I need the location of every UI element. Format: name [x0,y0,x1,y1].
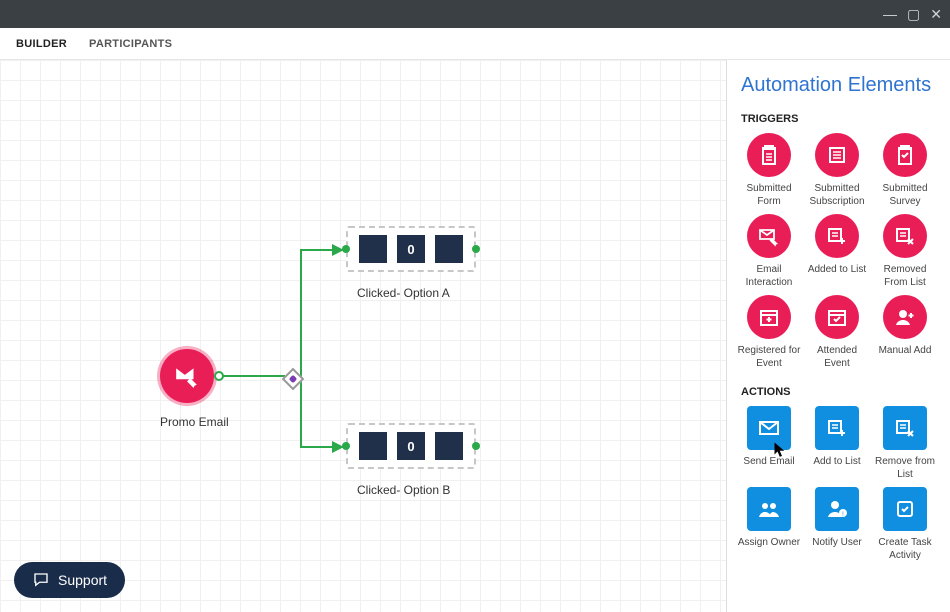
clipboard-icon[interactable] [747,133,791,177]
output-port[interactable] [472,245,480,253]
action-item: Remove from List [873,406,937,481]
element-label: Remove from List [873,456,937,481]
dropzone-label-a: Clicked- Option A [357,286,450,300]
element-label: Notify User [805,537,869,550]
mail-click-icon[interactable] [747,214,791,258]
chat-icon [32,571,50,589]
section-header-actions: ACTIONS [727,380,950,400]
actions-grid: Send Email Add to List Remove from List Ass… [727,400,950,572]
count-slot: 0 [397,235,425,263]
trigger-item: Removed From List [873,214,937,289]
action-item: ! Notify User [805,487,869,562]
elements-sidebar: Automation Elements TRIGGERS Submitted F… [726,60,950,612]
support-label: Support [58,572,107,588]
action-item: Assign Owner [737,487,801,562]
count-slot: 0 [397,432,425,460]
view-tabs: BUILDER PARTICIPANTS [0,28,950,60]
mail-click-icon [174,363,200,389]
trigger-item: Manual Add [873,295,937,370]
element-label: Assign Owner [737,537,801,550]
trigger-item: Submitted Survey [873,133,937,208]
trigger-item: Submitted Form [737,133,801,208]
list-remove-icon[interactable] [883,214,927,258]
element-label: Manual Add [873,345,937,358]
list-remove-icon[interactable] [883,406,927,450]
dropzone-node-b[interactable]: 0 [346,423,476,469]
maximize-icon[interactable]: ▢ [907,7,920,21]
task-icon[interactable] [883,487,927,531]
tab-builder[interactable]: BUILDER [16,38,67,50]
window-title-bar: — ▢ ✕ [0,0,950,28]
element-label: Added to List [805,264,869,277]
list-add-icon[interactable] [815,406,859,450]
mail-icon[interactable] [747,406,791,450]
input-port[interactable] [342,245,350,253]
element-label: Add to List [805,456,869,469]
dropzone-label-b: Clicked- Option B [357,483,450,497]
connector-lines [0,60,726,612]
element-label: Submitted Subscription [805,183,869,208]
output-port[interactable] [472,442,480,450]
output-port[interactable] [214,371,224,381]
element-label: Email Interaction [737,264,801,289]
tab-participants[interactable]: PARTICIPANTS [89,38,172,50]
trigger-node-promo-email[interactable]: Promo Email [160,349,229,429]
input-port[interactable] [342,442,350,450]
element-label: Removed From List [873,264,937,289]
trigger-item: Submitted Subscription [805,133,869,208]
trigger-item: Registered for Event [737,295,801,370]
trigger-item: Email Interaction [737,214,801,289]
triggers-grid: Submitted FormSubmitted SubscriptionSubm… [727,127,950,380]
empty-slot [435,235,463,263]
users-icon[interactable] [747,487,791,531]
element-label: Create Task Activity [873,537,937,562]
empty-slot [435,432,463,460]
decision-node[interactable] [282,368,305,391]
action-item: Create Task Activity [873,487,937,562]
sidebar-title: Automation Elements [727,70,950,107]
support-button[interactable]: Support [14,562,125,598]
trigger-node-label: Promo Email [160,415,229,429]
action-item: Add to List [805,406,869,481]
empty-slot [359,432,387,460]
element-label: Submitted Survey [873,183,937,208]
workflow-canvas[interactable]: Promo Email 0 Clicked- Option A 0 Clicke… [0,60,726,612]
checklist-icon[interactable] [883,133,927,177]
empty-slot [359,235,387,263]
trigger-item: Attended Event [805,295,869,370]
minimize-icon[interactable]: — [883,7,897,21]
element-label: Attended Event [805,345,869,370]
user-alert-icon[interactable]: ! [815,487,859,531]
list-icon[interactable] [815,133,859,177]
section-header-triggers: TRIGGERS [727,107,950,127]
user-add-icon[interactable] [883,295,927,339]
element-label: Send Email [737,456,801,469]
dropzone-node-a[interactable]: 0 [346,226,476,272]
action-item: Send Email [737,406,801,481]
close-icon[interactable]: ✕ [930,7,942,21]
cal-check-icon[interactable] [815,295,859,339]
list-add-icon[interactable] [815,214,859,258]
cal-add-icon[interactable] [747,295,791,339]
element-label: Registered for Event [737,345,801,370]
element-label: Submitted Form [737,183,801,208]
trigger-item: Added to List [805,214,869,289]
